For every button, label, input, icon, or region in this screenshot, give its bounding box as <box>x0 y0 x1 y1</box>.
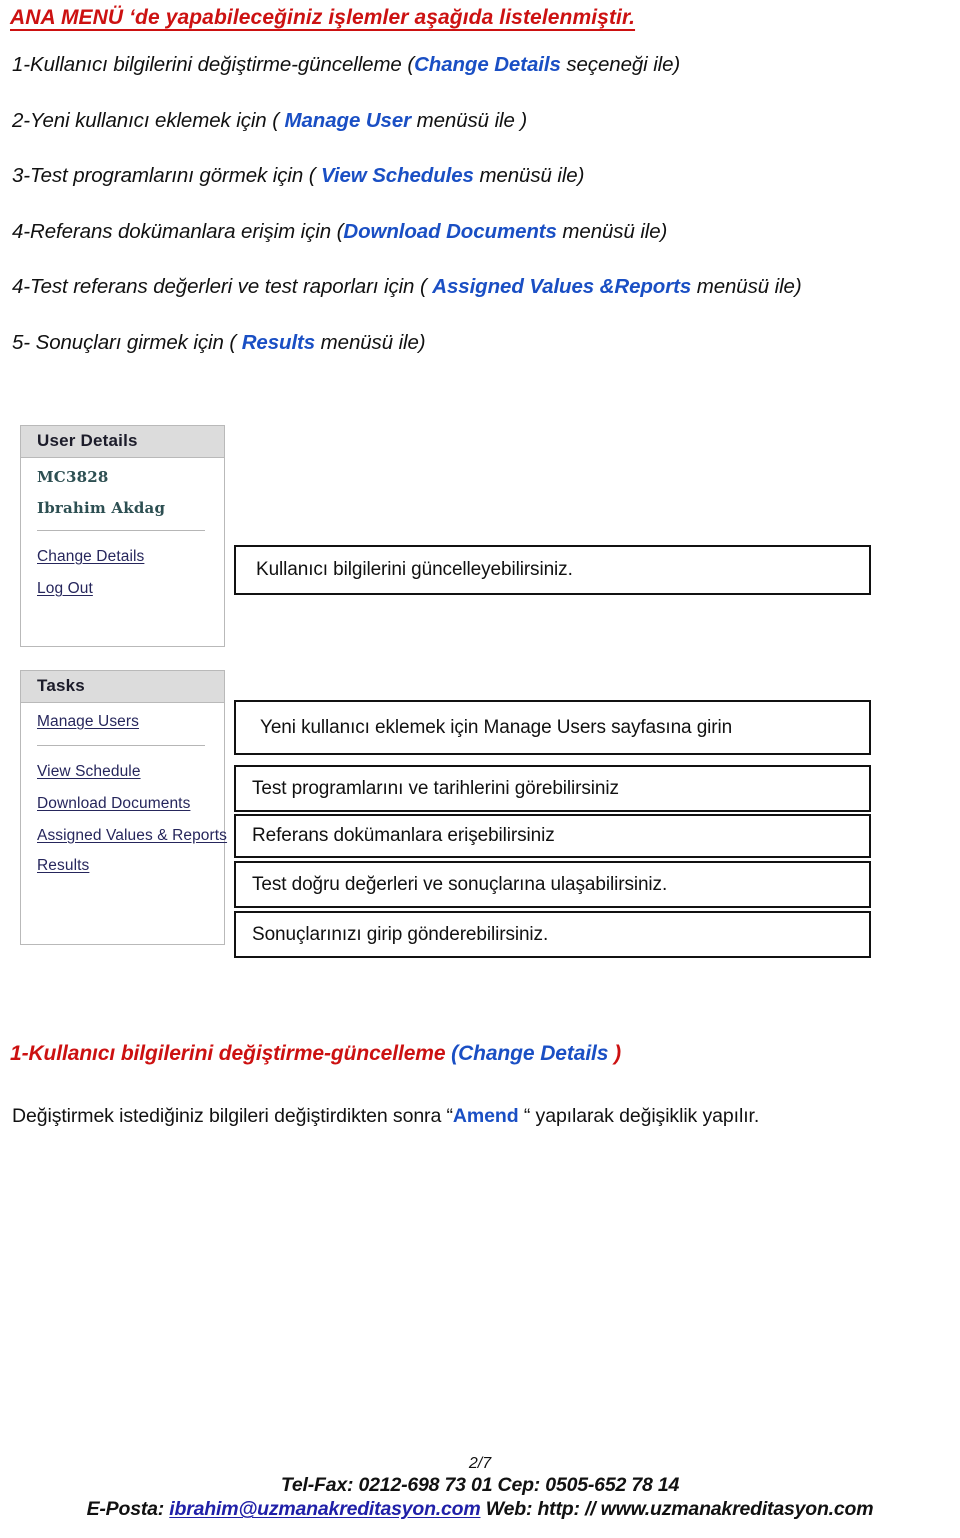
section-paragraph-before: Değiştirmek istediğiniz bilgileri değişt… <box>12 1105 453 1127</box>
section-paragraph: Değiştirmek istediğiniz bilgileri değişt… <box>12 1105 759 1128</box>
list-item-text-after: menüsü ile) <box>473 164 585 187</box>
user-name: Ibrahim Akdag <box>37 499 166 517</box>
list-item-text-before: 2-Yeni kullanıcı eklemek için ( <box>12 108 285 132</box>
list-item-text-before: 3-Test programlarını görmek için ( <box>12 164 322 187</box>
sidebar-item-view-schedule[interactable]: View Schedule <box>37 763 141 781</box>
divider <box>37 745 205 746</box>
annotation-text: Test doğru değerleri ve sonuçlarına ulaş… <box>252 873 668 895</box>
list-item: 2-Yeni kullanıcı eklemek için ( Manage U… <box>12 108 952 132</box>
page-footer: 2/7 Tel-Fax: 0212-698 73 01 Cep: 0505-65… <box>0 1455 960 1521</box>
section-paragraph-after: “ yapılarak değişiklik yapılır. <box>518 1105 760 1127</box>
list-item-text-before: 4-Referans dokümanlara erişim için ( <box>12 219 344 243</box>
embedded-app-screenshot: User Details MC3828 Ibrahim Akdag Change… <box>0 415 960 960</box>
footer-email-link[interactable]: ibrahim@uzmanakreditasyon.com <box>169 1498 480 1520</box>
list-item-text-after: menüsü ile) <box>315 330 426 354</box>
list-item-text-after: seçeneği ile) <box>560 53 681 76</box>
annotation-text: Yeni kullanıcı eklemek için Manage Users… <box>260 716 733 738</box>
list-item: 5- Sonuçları girmek için ( Results menüs… <box>12 330 952 354</box>
list-item-text-before: 5- Sonuçları girmek için ( <box>12 330 242 354</box>
menu-name-view-schedules: View Schedules <box>321 164 474 187</box>
footer-email-label: E-Posta: <box>86 1497 170 1520</box>
annotation-box: Test doğru değerleri ve sonuçlarına ulaş… <box>234 861 871 908</box>
section-heading: 1-Kullanıcı bilgilerini değiştirme-günce… <box>10 1042 621 1066</box>
section-heading-suffix: ) <box>614 1042 622 1065</box>
annotation-box: Kullanıcı bilgilerini güncelleyebilirsin… <box>234 545 871 595</box>
list-item: 3-Test programlarını görmek için ( View … <box>12 164 952 187</box>
footer-web: Web: http: // www.uzmanakreditasyon.com <box>480 1497 874 1520</box>
list-item-text-after: menüsü ile) <box>691 275 802 298</box>
page-title: ANA MENÜ ‘de yapabileceğiniz işlemler aş… <box>10 6 636 29</box>
list-item: 4-Referans dokümanlara erişim için (Down… <box>12 219 952 243</box>
sidebar-item-results[interactable]: Results <box>37 857 89 875</box>
annotation-box: Referans dokümanlara erişebilirsiniz <box>234 814 871 858</box>
annotation-box: Sonuçlarınızı girip gönderebilirsiniz. <box>234 911 871 958</box>
annotation-box: Yeni kullanıcı eklemek için Manage Users… <box>234 700 871 755</box>
annotation-text: Kullanıcı bilgilerini güncelleyebilirsin… <box>256 559 573 580</box>
list-item-text-before: 1-Kullanıcı bilgilerini değiştirme-günce… <box>12 53 415 76</box>
sidebar-item-log-out[interactable]: Log Out <box>37 580 93 598</box>
annotation-box: Test programlarını ve tarihlerini görebi… <box>234 765 871 812</box>
footer-email-web: E-Posta: ibrahim@uzmanakreditasyon.com W… <box>0 1497 960 1521</box>
list-item-text-after: menüsü ile ) <box>411 108 528 132</box>
list-item: 1-Kullanıcı bilgilerini değiştirme-günce… <box>12 53 952 76</box>
amend-keyword: Amend <box>452 1105 519 1127</box>
user-details-panel: User Details MC3828 Ibrahim Akdag Change… <box>20 425 225 647</box>
annotation-text: Test programlarını ve tarihlerini görebi… <box>252 777 619 799</box>
list-item-text-after: menüsü ile) <box>556 219 668 243</box>
tasks-panel-title: Tasks <box>21 671 224 703</box>
annotation-text: Referans dokümanlara erişebilirsiniz <box>252 825 555 846</box>
menu-name-change-details: Change Details <box>414 53 561 76</box>
page-number: 2/7 <box>468 1455 492 1472</box>
user-id: MC3828 <box>37 468 109 486</box>
section-heading-menu-name: (Change Details <box>451 1042 615 1065</box>
tasks-panel-body: Manage Users View Schedule Download Docu… <box>21 703 227 875</box>
user-details-panel-body: MC3828 Ibrahim Akdag Change Details Log … <box>21 458 224 598</box>
menu-name-manage-user: Manage User <box>284 108 412 132</box>
sidebar-item-assigned-values-reports[interactable]: Assigned Values & Reports <box>37 827 227 845</box>
menu-description-list: 1-Kullanıcı bilgilerini değiştirme-günce… <box>12 53 952 388</box>
section-heading-text: 1-Kullanıcı bilgilerini değiştirme-günce… <box>10 1042 452 1065</box>
user-details-panel-title: User Details <box>21 426 224 458</box>
sidebar-item-change-details[interactable]: Change Details <box>37 548 144 566</box>
menu-name-download-documents: Download Documents <box>343 219 557 243</box>
footer-contact: Tel-Fax: 0212-698 73 01 Cep: 0505-652 78… <box>280 1473 680 1496</box>
list-item-text-before: 4-Test referans değerleri ve test raporl… <box>12 275 433 298</box>
sidebar-item-manage-users[interactable]: Manage Users <box>37 713 139 731</box>
sidebar-item-download-documents[interactable]: Download Documents <box>37 795 190 813</box>
tasks-panel: Tasks Manage Users View Schedule Downloa… <box>20 670 227 945</box>
menu-name-assigned-values-reports: Assigned Values &Reports <box>432 275 692 298</box>
divider <box>37 530 205 531</box>
list-item: 4-Test referans değerleri ve test raporl… <box>12 275 952 298</box>
menu-name-results: Results <box>241 330 316 354</box>
annotation-text: Sonuçlarınızı girip gönderebilirsiniz. <box>252 923 549 945</box>
